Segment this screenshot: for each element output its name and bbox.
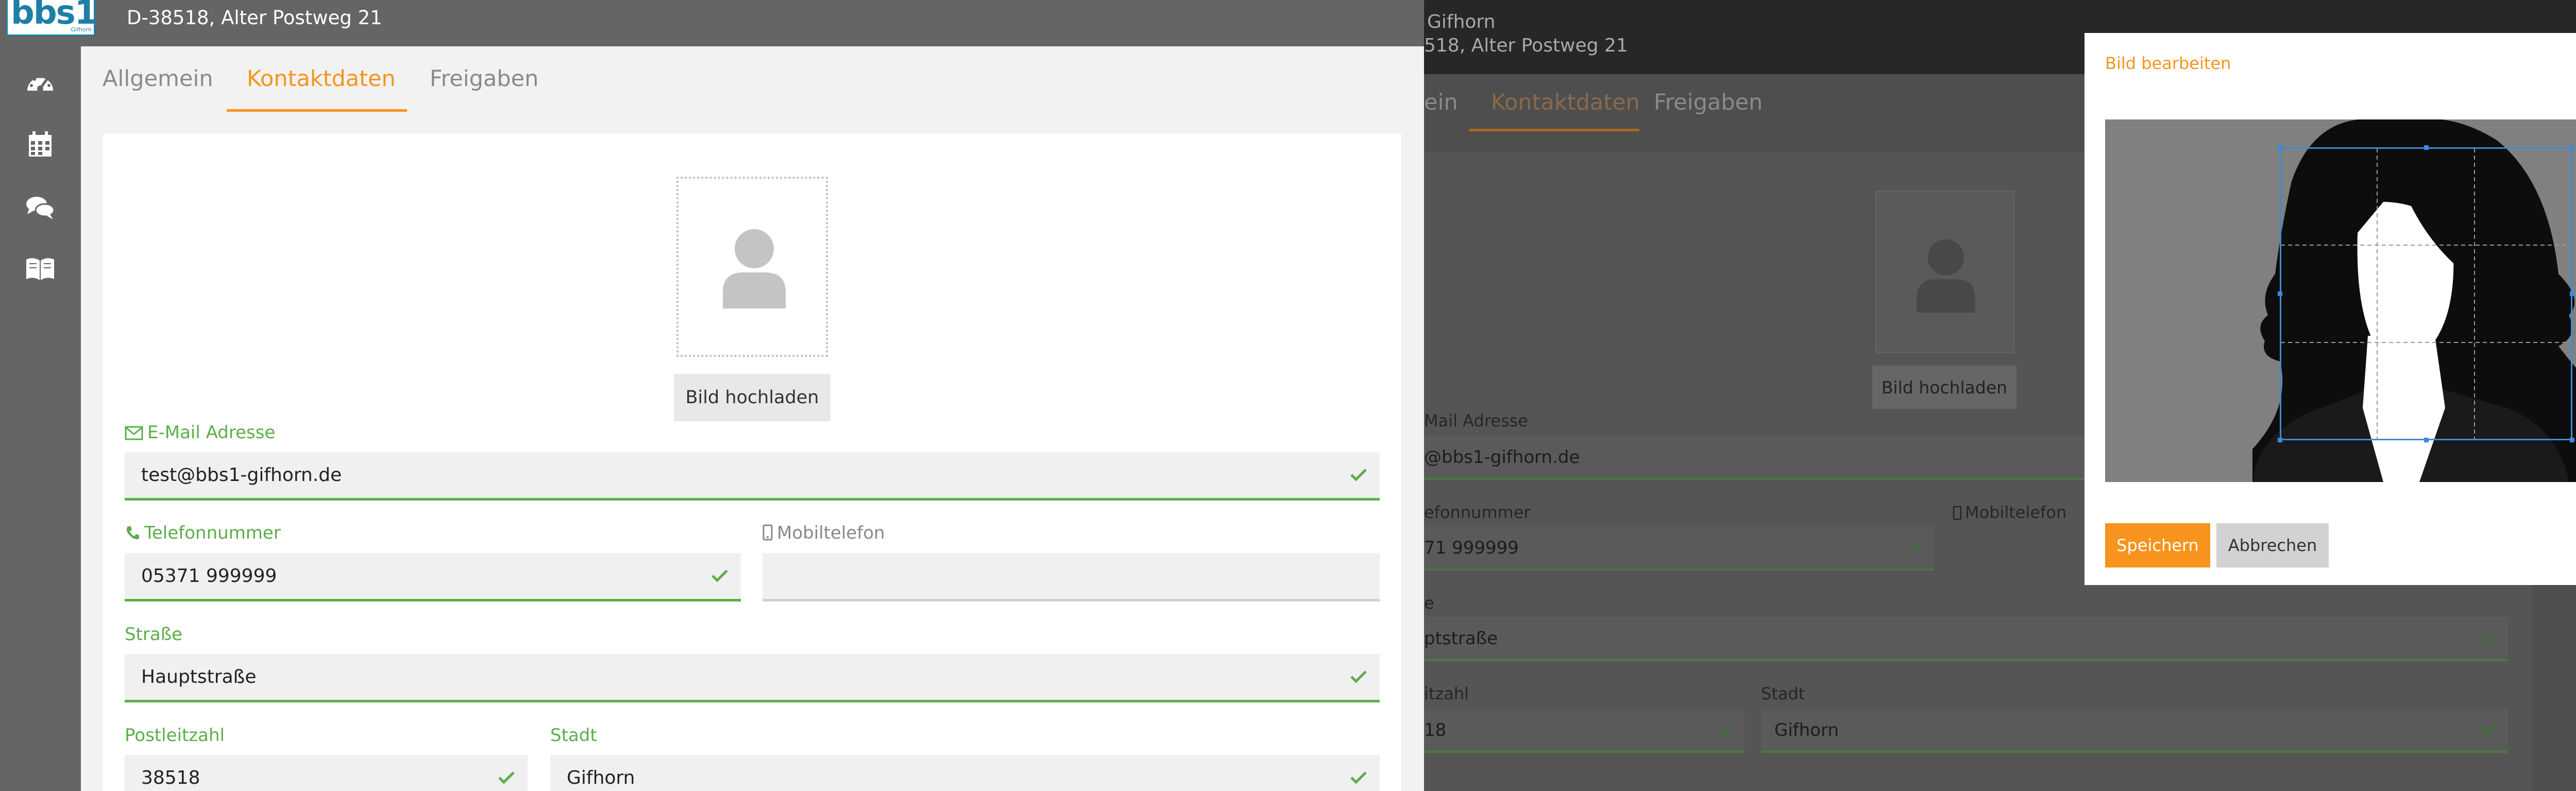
user-avatar-icon	[723, 229, 786, 308]
city-field[interactable]: Gifhorn	[550, 755, 1380, 791]
background-street-value: ptstraße	[1424, 628, 1498, 649]
background-tab-kontaktdaten: Kontaktdaten	[1491, 90, 1640, 115]
active-tab-indicator	[227, 109, 407, 112]
user-avatar-icon	[1917, 239, 1975, 313]
check-icon	[1350, 469, 1367, 482]
background-street-field: ptstraße	[1424, 617, 2508, 661]
background-city-field: Gifhorn	[1761, 709, 2508, 753]
background-zip-field: 18	[1424, 709, 1744, 753]
background-address: 518, Alter Postweg 21	[1424, 35, 1628, 56]
profile-photo-placeholder[interactable]	[676, 177, 828, 357]
background-tab-allgemein: ein	[1424, 90, 1458, 115]
street-field[interactable]: Hauptstraße	[125, 654, 1380, 702]
background-upload-button: Bild hochladen	[1872, 366, 2016, 409]
tab-allgemein[interactable]: Allgemein	[103, 66, 213, 92]
email-field[interactable]: test@bbs1-gifhorn.de	[125, 452, 1380, 501]
top-bar: bbs1 Gifhorn D-38518, Alter Postweg 21	[0, 0, 1424, 46]
calendar-icon[interactable]	[24, 129, 56, 161]
check-icon	[1350, 771, 1367, 784]
phone-icon	[126, 526, 139, 540]
email-value: test@bbs1-gifhorn.de	[141, 465, 342, 486]
crop-selection[interactable]	[2280, 147, 2572, 440]
contact-panel: bbs1 Gifhorn D-38518, Alter Postweg 21 A…	[0, 0, 1424, 791]
phone-value: 05371 999999	[141, 565, 277, 587]
background-phone-label: efonnummer	[1424, 503, 1531, 522]
mobile-phone-icon	[762, 524, 773, 541]
check-icon	[2481, 632, 2496, 644]
background-tab-indicator	[1469, 129, 1639, 131]
phone-field[interactable]: 05371 999999	[125, 553, 741, 601]
check-icon	[1717, 724, 1733, 736]
tab-kontaktdaten[interactable]: Kontaktdaten	[247, 66, 396, 92]
background-photo-placeholder	[1875, 191, 2014, 353]
book-icon[interactable]	[24, 253, 56, 285]
school-logo[interactable]: bbs1 Gifhorn	[6, 0, 97, 36]
background-email-label: Mail Adresse	[1424, 411, 1528, 431]
logo-subtext: Gifhorn	[71, 26, 92, 33]
background-city-value: Gifhorn	[1774, 720, 1839, 741]
background-city-label: Stadt	[1761, 684, 1805, 703]
background-street-label: e	[1424, 593, 1434, 613]
sidebar	[0, 46, 81, 791]
image-crop-area[interactable]	[2105, 119, 2576, 482]
zip-field[interactable]: 38518	[125, 755, 528, 791]
background-phone-field: 71 999999	[1424, 526, 1934, 571]
background-name: Gifhorn	[1427, 11, 1496, 32]
check-icon	[1907, 542, 1922, 554]
edit-image-dialog: Bild bearbeiten Speichern Abbrechen	[2084, 33, 2576, 585]
check-icon	[1350, 670, 1367, 683]
background-email-field: @bbs1-gifhorn.de	[1424, 436, 2125, 480]
background-zip-label: itzahl	[1424, 684, 1469, 703]
zip-label: Postleitzahl	[125, 725, 225, 746]
background-tab-freigaben: Freigaben	[1654, 90, 1763, 115]
save-button[interactable]: Speichern	[2105, 523, 2210, 568]
check-icon	[2481, 724, 2496, 736]
background-zip-value: 18	[1424, 720, 1447, 741]
mobile-phone-icon	[1953, 506, 1962, 520]
cancel-button[interactable]: Abbrechen	[2216, 523, 2329, 568]
dashboard-icon[interactable]	[24, 67, 56, 99]
mobile-label-wrap: Mobiltelefon	[762, 523, 885, 543]
background-mobile-label: Mobiltelefon	[1965, 503, 2067, 522]
check-icon	[711, 570, 728, 582]
tab-bar: Allgemein Kontaktdaten Freigaben	[81, 46, 1424, 112]
check-icon	[498, 771, 515, 784]
street-value: Hauptstraße	[141, 666, 257, 687]
tab-freigaben[interactable]: Freigaben	[430, 66, 538, 92]
envelope-icon	[125, 426, 143, 440]
mobile-label: Mobiltelefon	[777, 523, 885, 543]
background-email-value: @bbs1-gifhorn.de	[1424, 447, 1580, 468]
upload-image-button[interactable]: Bild hochladen	[674, 374, 831, 421]
city-label: Stadt	[550, 725, 597, 746]
zip-value: 38518	[141, 767, 200, 788]
email-label-wrap: E-Mail Adresse	[125, 422, 275, 443]
street-label: Straße	[125, 624, 183, 645]
email-label: E-Mail Adresse	[147, 422, 276, 443]
phone-label-wrap: Telefonnummer	[125, 523, 281, 543]
header-address: D-38518, Alter Postweg 21	[127, 7, 382, 29]
city-value: Gifhorn	[567, 767, 635, 788]
phone-label: Telefonnummer	[144, 523, 281, 543]
chat-icon[interactable]	[24, 192, 56, 223]
dialog-title: Bild bearbeiten	[2105, 54, 2231, 73]
mobile-field[interactable]	[762, 553, 1380, 601]
background-phone-value: 71 999999	[1424, 538, 1519, 558]
background-mobile-label-wrap: Mobiltelefon	[1953, 503, 2066, 522]
